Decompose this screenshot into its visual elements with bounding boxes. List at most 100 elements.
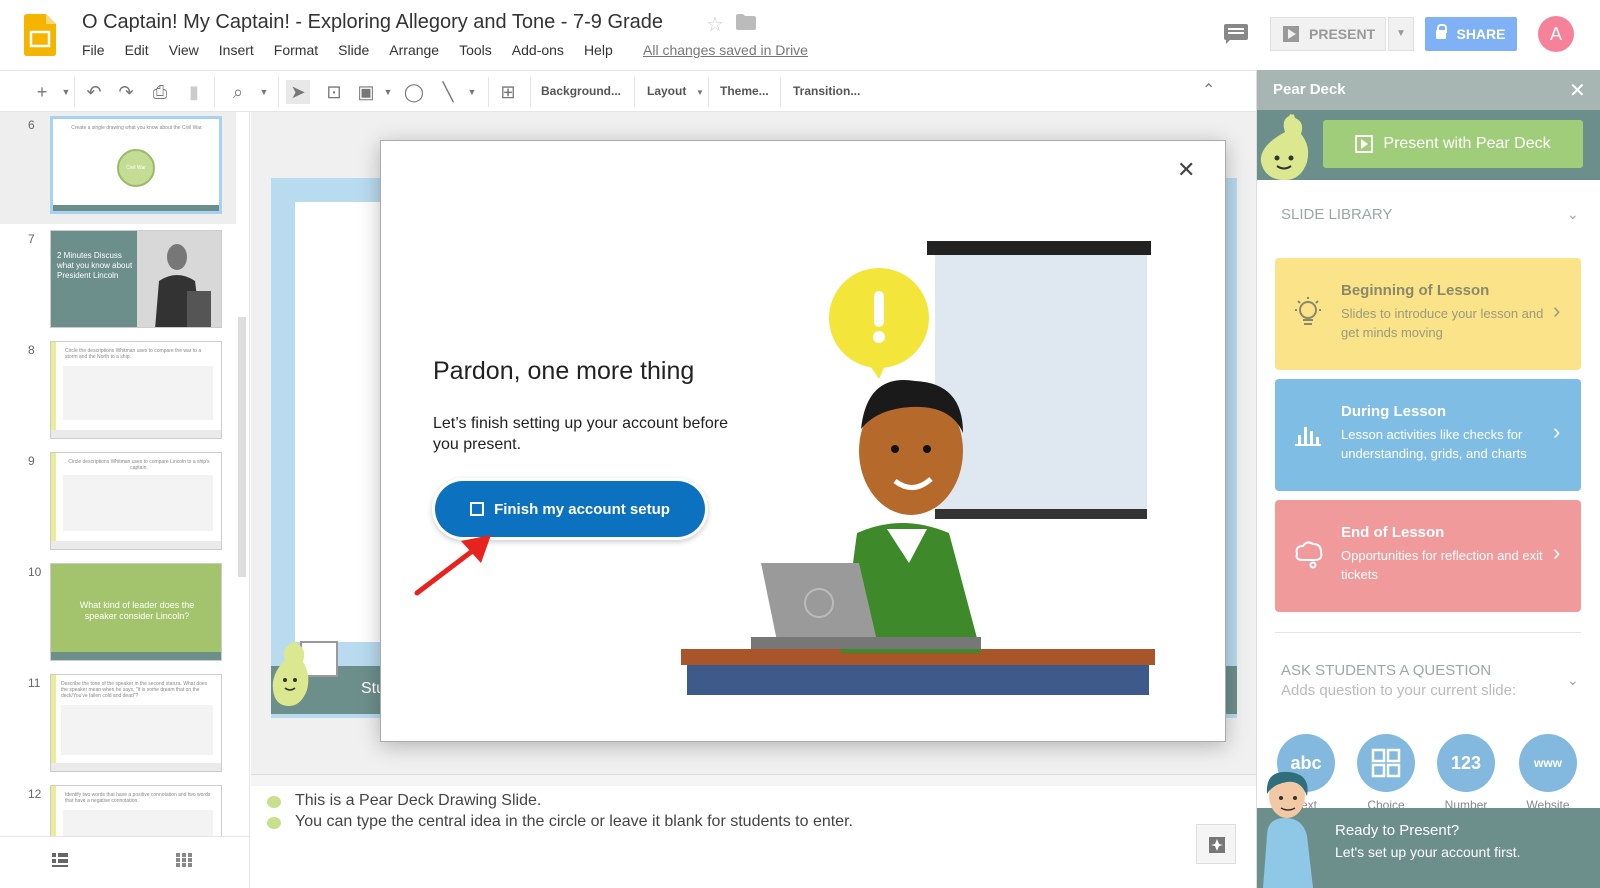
paint-format-icon[interactable]: ▮ [182,80,206,104]
slide-library-heading[interactable]: SLIDE LIBRARY [1281,206,1392,223]
slide-thumb-footer [51,430,221,438]
ask-students-heading[interactable]: ASK STUDENTS A QUESTION [1281,662,1491,679]
folder-icon[interactable] [736,14,756,30]
slide-thumbnail[interactable]: Circle descriptions Whitman uses to comp… [50,452,222,550]
slide-thumb-11[interactable]: 11 Describe the tone of the speaker in t… [0,670,236,782]
ready-subtitle: Let's set up your account first. [1335,844,1521,860]
present-with-pear-deck-button[interactable]: Present with Pear Deck [1323,120,1583,168]
card-end-of-lesson[interactable]: End of Lesson Opportunities for reflecti… [1275,500,1581,612]
zoom-icon[interactable]: ⌕ [226,80,250,104]
image-icon[interactable]: ▣ [354,80,378,104]
play-icon [1355,135,1374,153]
toolbar-divider [74,77,75,107]
text-box-icon[interactable]: ⊡ [322,80,346,104]
menu-file[interactable]: File [82,42,105,58]
pear-deck-header: Pear Deck ✕ [1257,70,1600,110]
menu-slide[interactable]: Slide [338,42,369,58]
save-status-link[interactable]: All changes saved in Drive [643,42,808,58]
chevron-down-icon[interactable]: ⌄ [1567,672,1579,689]
website-question-button[interactable]: www [1519,734,1577,792]
slide-thumb-poem-box [63,366,213,420]
slide-thumb-stripe [51,675,56,771]
comments-icon[interactable] [1224,24,1248,44]
user-avatar[interactable]: A [1538,16,1574,52]
lock-icon [1436,23,1448,39]
menu-insert[interactable]: Insert [219,42,254,58]
slide-thumb-7[interactable]: 7 2 Minutes Discuss what you know about … [0,226,236,338]
line-dropdown-icon[interactable]: ▼ [460,80,484,104]
toolbar-divider [634,77,635,107]
number-question-button[interactable]: 123 [1437,734,1495,792]
slide-thumb-8[interactable]: 8 Circle the descriptions Whitman uses t… [0,337,236,449]
present-button[interactable]: PRESENT [1270,17,1386,51]
card-during-lesson[interactable]: During Lesson Lesson activities like che… [1275,379,1581,491]
slide-thumb-text: Circle descriptions Whitman uses to comp… [68,459,210,471]
slide-thumbnail[interactable]: What kind of leader does the speaker con… [50,563,222,661]
choice-question-button[interactable] [1357,734,1415,792]
finish-account-setup-button[interactable]: Finish my account setup [435,481,705,537]
insert-comment-icon[interactable]: ⊞ [496,80,520,104]
transition-button[interactable]: Transition... [793,84,860,98]
menu-format[interactable]: Format [274,42,318,58]
layout-button[interactable]: Layout [647,84,686,98]
slide-thumb-circle: Civil War [117,149,155,187]
new-slide-icon[interactable]: + [30,80,54,104]
finish-account-setup-label: Finish my account setup [494,500,670,518]
menu-tools[interactable]: Tools [459,42,492,58]
slide-number: 10 [28,565,42,579]
shape-icon[interactable]: ◯ [402,80,426,104]
document-title[interactable]: O Captain! My Captain! - Exploring Alleg… [82,11,663,34]
slide-thumbnail[interactable]: Describe the tone of the speaker in the … [50,674,222,772]
menu-addons[interactable]: Add-ons [512,42,564,58]
present-dropdown-button[interactable]: ▼ [1388,17,1414,51]
slide-thumb-9[interactable]: 9 Circle descriptions Whitman uses to co… [0,448,236,560]
menu-help[interactable]: Help [584,42,613,58]
red-arrow-annotation [414,535,491,596]
grid-view-icon[interactable] [176,853,192,867]
explore-button[interactable] [1196,824,1236,864]
slides-logo-icon[interactable] [24,14,56,56]
filmstrip-scrollbar[interactable] [238,317,246,577]
close-icon[interactable]: ✕ [1569,78,1586,103]
line-icon[interactable]: ╲ [436,80,460,104]
list-view-icon[interactable] [52,853,68,867]
slide-thumb-10[interactable]: 10 What kind of leader does the speaker … [0,559,236,671]
slide-thumb-stripe [51,453,56,549]
notes-resize-handle[interactable] [251,774,1256,786]
pear-mascot-icon [272,641,338,706]
print-icon[interactable]: ⎙ [148,80,172,104]
card-description: Lesson activities like checks for unders… [1341,427,1527,461]
slide-filmstrip: 6 Create a single drawing what you know … [0,112,250,888]
slide-thumb-footer [51,541,221,549]
card-beginning-of-lesson[interactable]: Beginning of Lesson Slides to introduce … [1275,258,1581,370]
speaker-notes[interactable]: This is a Pear Deck Drawing Slide. You c… [251,786,1256,888]
share-button[interactable]: SHARE [1425,17,1517,51]
app-header: O Captain! My Captain! - Exploring Alleg… [0,0,1600,70]
card-title: Beginning of Lesson [1341,282,1490,299]
menu-arrange[interactable]: Arrange [389,42,439,58]
teacher-illustration [681,241,1155,695]
menu-view[interactable]: View [169,42,199,58]
card-description: Opportunities for reflection and exit ti… [1341,548,1543,582]
slide-thumb-6[interactable]: 6 Create a single drawing what you know … [0,112,236,224]
slide-thumbnail[interactable]: Create a single drawing what you know ab… [50,116,222,214]
star-icon[interactable]: ☆ [706,12,724,37]
menu-edit[interactable]: Edit [125,42,149,58]
theme-button[interactable]: Theme... [720,84,769,98]
undo-icon[interactable]: ↶ [82,80,106,104]
redo-icon[interactable]: ↷ [114,80,138,104]
filmstrip-view-toggle [0,836,249,888]
slide-thumbnail[interactable]: 2 Minutes Discuss what you know about Pr… [50,230,222,328]
section-divider [1275,632,1581,633]
pear-bullet-icon [267,796,281,808]
image-dropdown-icon[interactable]: ▼ [376,80,400,104]
select-cursor-icon[interactable]: ➤ [286,80,310,104]
chevron-down-icon[interactable]: ⌄ [1567,206,1579,223]
note-line: You can type the central idea in the cir… [295,813,853,830]
close-icon[interactable]: ✕ [1177,157,1195,183]
toolbar: + ▼ ↶ ↷ ⎙ ▮ ⌕ ▼ ➤ ⊡ ▣ ▼ ◯ ╲ ▼ ⊞ Backgrou… [0,70,1256,112]
zoom-dropdown-icon[interactable]: ▼ [252,80,276,104]
slide-thumbnail[interactable]: Circle the descriptions Whitman uses to … [50,341,222,439]
background-button[interactable]: Background... [541,84,621,98]
collapse-toolbar-icon[interactable]: ⌃ [1202,80,1215,100]
